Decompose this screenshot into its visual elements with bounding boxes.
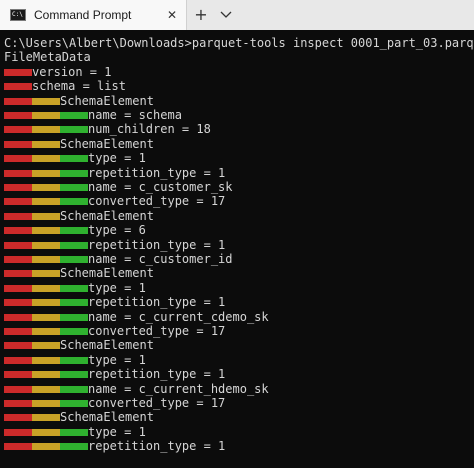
tab-command-prompt[interactable]: Command Prompt ✕ [0, 0, 187, 30]
cmd-icon [10, 9, 26, 21]
line-text: name = c_customer_id [88, 252, 233, 266]
terminal-line: repetition_type = 1 [4, 238, 225, 252]
line-text: SchemaElement [60, 208, 154, 223]
terminal-line: num_children = 18 [4, 122, 211, 136]
line-text: converted_type = 17 [88, 194, 226, 209]
indent-marker [4, 166, 88, 180]
line-text: C:\Users\Albert\Downloads>parquet-tools … [4, 36, 474, 50]
line-text: num_children = 18 [88, 122, 211, 137]
terminal-line: converted_type = 17 [4, 324, 225, 338]
line-text: type = 1 [88, 151, 146, 166]
close-icon[interactable]: ✕ [164, 0, 180, 30]
title-bar: Command Prompt ✕ + [0, 0, 474, 30]
line-text: type = 1 [88, 352, 146, 367]
line-text: SchemaElement [60, 410, 154, 425]
indent-marker [4, 223, 88, 237]
indent-marker [4, 310, 88, 324]
line-text: version = 1 [32, 64, 112, 79]
indent-marker [4, 410, 60, 424]
terminal-line: SchemaElement [4, 209, 154, 223]
terminal-line: repetition_type = 1 [4, 367, 225, 381]
line-text: repetition_type = 1 [88, 439, 226, 454]
indent-marker [4, 94, 60, 108]
terminal-line: converted_type = 17 [4, 194, 225, 208]
line-text: repetition_type = 1 [88, 295, 226, 310]
indent-marker [4, 324, 88, 338]
terminal-line: type = 1 [4, 151, 146, 165]
indent-marker [4, 367, 88, 381]
indent-marker [4, 180, 88, 194]
indent-marker [4, 151, 88, 165]
terminal-line: schema = list [4, 79, 126, 93]
terminal-line: SchemaElement [4, 94, 154, 108]
indent-marker [4, 65, 32, 79]
terminal-line: type = 1 [4, 425, 146, 439]
line-text: repetition_type = 1 [88, 237, 226, 252]
indent-marker [4, 194, 88, 208]
line-text: converted_type = 17 [88, 396, 226, 410]
terminal-line: type = 1 [4, 353, 146, 367]
line-text: repetition_type = 1 [88, 367, 226, 382]
terminal-line: FileMetaData [4, 50, 91, 64]
line-text: FileMetaData [4, 50, 91, 65]
terminal-line: name = c_customer_sk [4, 180, 233, 194]
terminal-line: repetition_type = 1 [4, 295, 225, 309]
line-text: schema = list [32, 79, 126, 94]
line-text: converted_type = 17 [88, 324, 226, 338]
line-text: SchemaElement [60, 338, 154, 353]
line-text: type = 6 [88, 223, 146, 238]
line-text: type = 1 [88, 280, 146, 295]
terminal-line: SchemaElement [4, 410, 154, 424]
line-text: repetition_type = 1 [88, 165, 226, 180]
terminal-line: name = c_customer_id [4, 252, 233, 266]
line-text: name = c_current_cdemo_sk [88, 309, 269, 324]
indent-marker [4, 353, 88, 367]
indent-marker [4, 137, 60, 151]
terminal-line: repetition_type = 1 [4, 166, 225, 180]
indent-marker [4, 338, 60, 352]
terminal-output[interactable]: C:\Users\Albert\Downloads>parquet-tools … [0, 34, 474, 468]
indent-marker [4, 425, 88, 439]
line-text: type = 1 [88, 424, 146, 439]
terminal-line: repetition_type = 1 [4, 439, 225, 453]
indent-marker [4, 79, 32, 93]
terminal-line: name = c_current_cdemo_sk [4, 310, 269, 324]
terminal-line: SchemaElement [4, 338, 154, 352]
line-text: SchemaElement [60, 136, 154, 151]
line-text: SchemaElement [60, 93, 154, 108]
plus-icon[interactable]: + [190, 0, 212, 30]
indent-marker [4, 108, 88, 122]
line-text: SchemaElement [60, 266, 154, 281]
indent-marker [4, 382, 88, 396]
indent-marker [4, 252, 88, 266]
terminal-line: name = c_current_hdemo_sk [4, 382, 269, 396]
indent-marker [4, 122, 88, 136]
indent-marker [4, 295, 88, 309]
indent-marker [4, 266, 60, 280]
indent-marker [4, 439, 88, 453]
terminal-line: SchemaElement [4, 266, 154, 280]
terminal-line: SchemaElement [4, 137, 154, 151]
line-text: name = c_customer_sk [88, 180, 233, 194]
terminal-line: version = 1 [4, 65, 111, 79]
tab-title: Command Prompt [34, 8, 132, 22]
terminal-line: type = 6 [4, 223, 146, 237]
terminal-line: C:\Users\Albert\Downloads>parquet-tools … [4, 36, 474, 50]
terminal-line: name = schema [4, 108, 182, 122]
terminal-line: converted_type = 17 [4, 396, 225, 410]
indent-marker [4, 209, 60, 223]
chevron-down-icon[interactable] [215, 0, 237, 30]
terminal-line: type = 1 [4, 281, 146, 295]
indent-marker [4, 396, 88, 410]
indent-marker [4, 238, 88, 252]
line-text: name = c_current_hdemo_sk [88, 381, 269, 396]
line-text: name = schema [88, 108, 182, 122]
indent-marker [4, 281, 88, 295]
